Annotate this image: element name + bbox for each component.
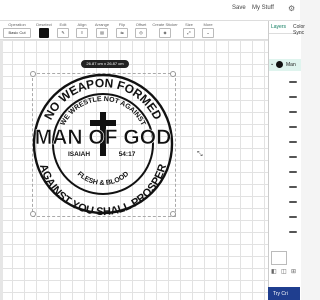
mouse-cursor-icon: ⤡: [197, 151, 203, 158]
layer-item[interactable]: [285, 111, 299, 114]
inner-bottom-arc-text: FLESH & BLOOD: [76, 171, 130, 187]
tab-color-sync[interactable]: Color Sync: [293, 24, 305, 36]
panel-tabs: Layers Color Sync: [269, 21, 305, 36]
layer-item[interactable]: [285, 156, 299, 159]
layer-shape-icon: [289, 141, 297, 143]
panel-action-icons: ◧ ◫ ⊞: [271, 268, 299, 282]
slice-icon[interactable]: ◧: [271, 268, 277, 275]
bottom-arc-text: AGAINST YOU SHALL PROSPER: [37, 163, 169, 218]
layer-group-label: Man: [286, 62, 296, 68]
layer-shape-icon: [289, 126, 297, 128]
layer-item[interactable]: [285, 171, 299, 174]
layer-item[interactable]: [285, 216, 299, 219]
tab-layers[interactable]: Layers: [271, 24, 286, 30]
main-text: MAN OF GOD: [35, 126, 172, 149]
layer-shape-icon: [289, 111, 297, 113]
try-button[interactable]: Try Cri: [268, 287, 300, 300]
layer-item[interactable]: [285, 231, 299, 234]
blank-canvas-swatch[interactable]: [271, 251, 287, 265]
layer-item[interactable]: [285, 186, 299, 189]
layer-shape-icon: [289, 201, 297, 203]
chevron-down-icon[interactable]: ⌄: [270, 61, 274, 67]
layer-shape-icon: [289, 171, 297, 173]
layer-item[interactable]: [285, 141, 299, 144]
design-artwork[interactable]: NO WEAPON FORMED WE WRESTLE NOT AGAINST …: [0, 0, 300, 300]
layer-shape-icon: [289, 231, 297, 233]
layer-item[interactable]: [285, 201, 299, 204]
layer-item[interactable]: [285, 126, 299, 129]
try-button-label: Try Cri: [273, 291, 288, 297]
layer-shape-icon: [289, 156, 297, 158]
layer-thumbnail-icon: [276, 61, 283, 68]
layer-shape-icon: [289, 96, 297, 98]
layer-shape-icon: [289, 186, 297, 188]
layers-panel: Layers Color Sync ⌄ Man ◧ ◫ ⊞: [268, 21, 305, 300]
combine-icon[interactable]: ◫: [281, 268, 287, 275]
attach-icon[interactable]: ⊞: [291, 268, 296, 275]
layer-shape-icon: [289, 81, 297, 83]
layer-item[interactable]: [285, 96, 299, 99]
layer-group-row[interactable]: ⌄ Man: [269, 59, 301, 71]
reference-right: 54:17: [119, 151, 136, 158]
reference-left: ISAIAH: [68, 151, 90, 158]
layer-shape-icon: [289, 216, 297, 218]
layer-item[interactable]: [285, 81, 299, 84]
